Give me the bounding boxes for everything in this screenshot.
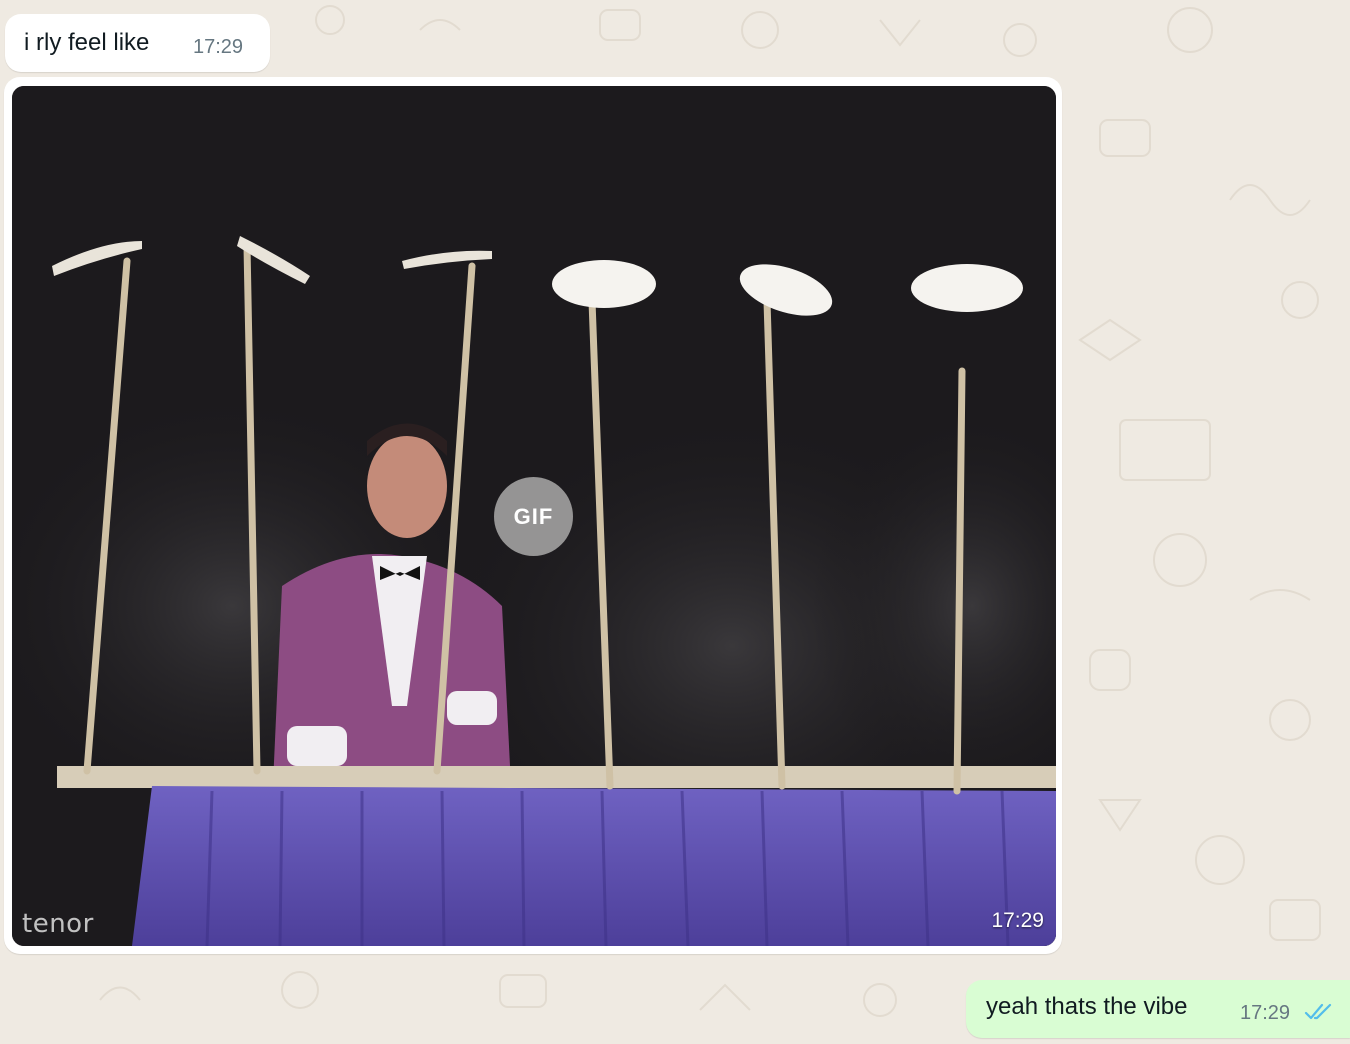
message-text: yeah thats the vibe: [986, 993, 1188, 1020]
incoming-gif-message-bubble[interactable]: GIF tenor 17:29: [4, 77, 1062, 954]
outgoing-message-bubble[interactable]: yeah thats the vibe 17:29: [966, 980, 1350, 1038]
message-timestamp: 17:29: [991, 909, 1044, 932]
gif-preview[interactable]: GIF tenor 17:29: [12, 86, 1056, 946]
double-check-read-icon: [1304, 1003, 1332, 1020]
message-timestamp: 17:29: [1240, 1002, 1291, 1024]
message-timestamp: 17:29: [193, 36, 244, 58]
message-text: i rly feel like: [24, 29, 150, 56]
tenor-logo: tenor: [22, 909, 94, 939]
gif-play-badge[interactable]: GIF: [494, 477, 573, 556]
incoming-message-bubble[interactable]: i rly feel like 17:29: [5, 14, 270, 72]
